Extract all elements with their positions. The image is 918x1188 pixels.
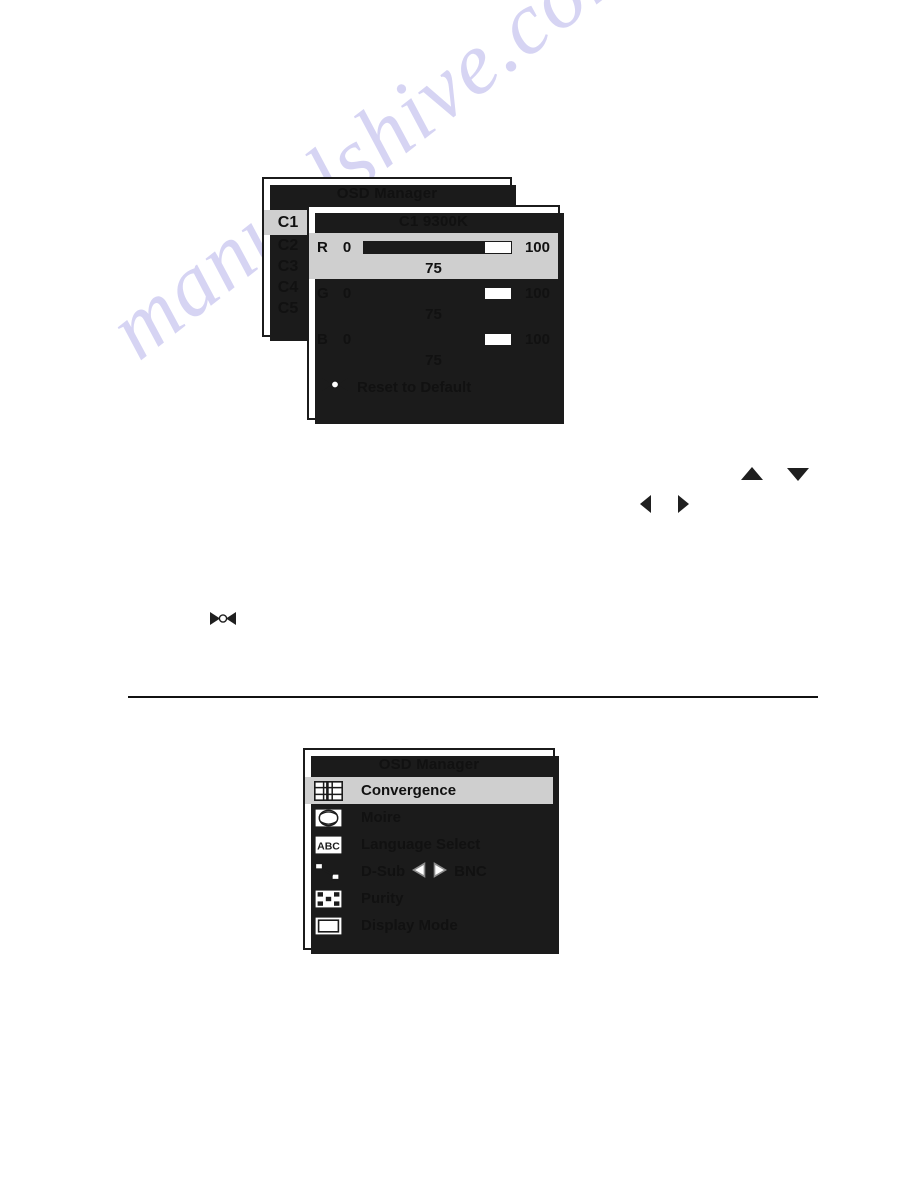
convergence-icon <box>314 780 343 801</box>
slider-fill-green <box>364 287 485 299</box>
channel-min-blue: 0 <box>342 330 352 348</box>
menu-item-input-source[interactable]: D-Sub BNC <box>305 858 553 885</box>
purity-icon <box>314 888 343 909</box>
menu-item-purity[interactable]: Purity <box>305 885 553 912</box>
channel-letter-blue: B <box>317 330 328 348</box>
channel-group-red: R 0 100 75 <box>309 233 558 279</box>
input-source-arrow-right-icon[interactable] <box>433 861 448 882</box>
channel-max-red: 100 <box>524 238 550 256</box>
channel-max-blue: 100 <box>524 330 550 348</box>
moire-icon <box>314 807 343 828</box>
language-select-icon: ABC <box>314 834 343 855</box>
menu-item-moire[interactable]: Moire <box>305 804 553 831</box>
reset-to-default-icon <box>322 377 348 397</box>
slider-track-blue[interactable] <box>363 332 512 346</box>
slider-fill-red <box>364 241 485 253</box>
menu-item-language-select[interactable]: ABC Language Select <box>305 831 553 858</box>
channel-group-green: G 0 100 75 <box>309 279 558 325</box>
menu-label-input-source: D-Sub BNC <box>361 861 487 882</box>
triangle-right-glyph <box>678 495 689 513</box>
menu-item-display-mode[interactable]: Display Mode <box>305 912 553 939</box>
channel-letter-red: R <box>317 238 328 256</box>
slider-row-red: R 0 100 <box>309 236 558 258</box>
channel-value-blue: 75 <box>425 352 442 369</box>
channel-letter-green: G <box>317 284 329 302</box>
channel-max-green: 100 <box>524 284 550 302</box>
reset-to-default-label: Reset to Default <box>357 378 472 396</box>
preset-item-c3[interactable]: C3 <box>264 256 312 277</box>
manual-page: manualshive.com OSD Manager C1 C2 C3 C4 … <box>0 0 918 1188</box>
preset-panel-title: OSD Manager <box>336 185 438 202</box>
figure-color-temperature: OSD Manager C1 C2 C3 C4 C5 C1 9300K R 0 <box>0 0 918 460</box>
input-source-icon <box>314 862 343 882</box>
menu-label-moire: Moire <box>361 809 402 826</box>
input-source-left-label: D-Sub <box>361 863 406 880</box>
menu-label-convergence: Convergence <box>361 782 457 799</box>
osd-menu-title: OSD Manager <box>378 756 480 773</box>
input-source-right-label: BNC <box>454 863 487 880</box>
menu-label-purity: Purity <box>361 890 404 907</box>
menu-item-convergence[interactable]: Convergence <box>305 777 553 804</box>
slider-track-red[interactable] <box>363 240 512 254</box>
menu-label-display-mode: Display Mode <box>361 917 458 934</box>
preset-item-c1[interactable]: C1 <box>264 210 312 235</box>
preset-item-c2[interactable]: C2 <box>264 235 312 256</box>
channel-group-blue: B 0 100 75 <box>309 325 558 371</box>
slider-row-blue: B 0 100 <box>309 328 558 350</box>
rgb-panel-title: C1 9300K <box>398 213 469 230</box>
osd-manager-menu-panel: OSD Manager Convergence Moire ABC Langua… <box>303 748 559 954</box>
preset-item-c4[interactable]: C4 <box>264 277 312 298</box>
channel-min-green: 0 <box>342 284 352 302</box>
slider-row-green: G 0 100 <box>309 282 558 304</box>
triangle-down-glyph <box>787 468 809 481</box>
preset-item-c5[interactable]: C5 <box>264 298 312 319</box>
reset-glyph <box>210 611 236 631</box>
slider-fill-blue <box>364 333 485 345</box>
menu-label-language-select: Language Select <box>361 836 481 853</box>
channel-value-red: 75 <box>425 260 442 277</box>
reset-to-default-row[interactable]: Reset to Default <box>309 371 558 397</box>
input-source-arrow-left-icon[interactable] <box>412 861 426 882</box>
channel-min-red: 0 <box>342 238 352 256</box>
osd-rgb-panel: C1 9300K R 0 100 75 G 0 100 75 B 0 100 7… <box>307 205 564 424</box>
display-mode-icon <box>314 915 343 936</box>
svg-text:ABC: ABC <box>317 840 340 852</box>
slider-track-green[interactable] <box>363 286 512 300</box>
preset-list: C1 C2 C3 C4 C5 <box>264 210 312 319</box>
section-divider <box>128 696 818 698</box>
triangle-up-glyph <box>741 467 763 480</box>
channel-value-green: 75 <box>425 306 442 323</box>
triangle-left-glyph <box>640 495 651 513</box>
